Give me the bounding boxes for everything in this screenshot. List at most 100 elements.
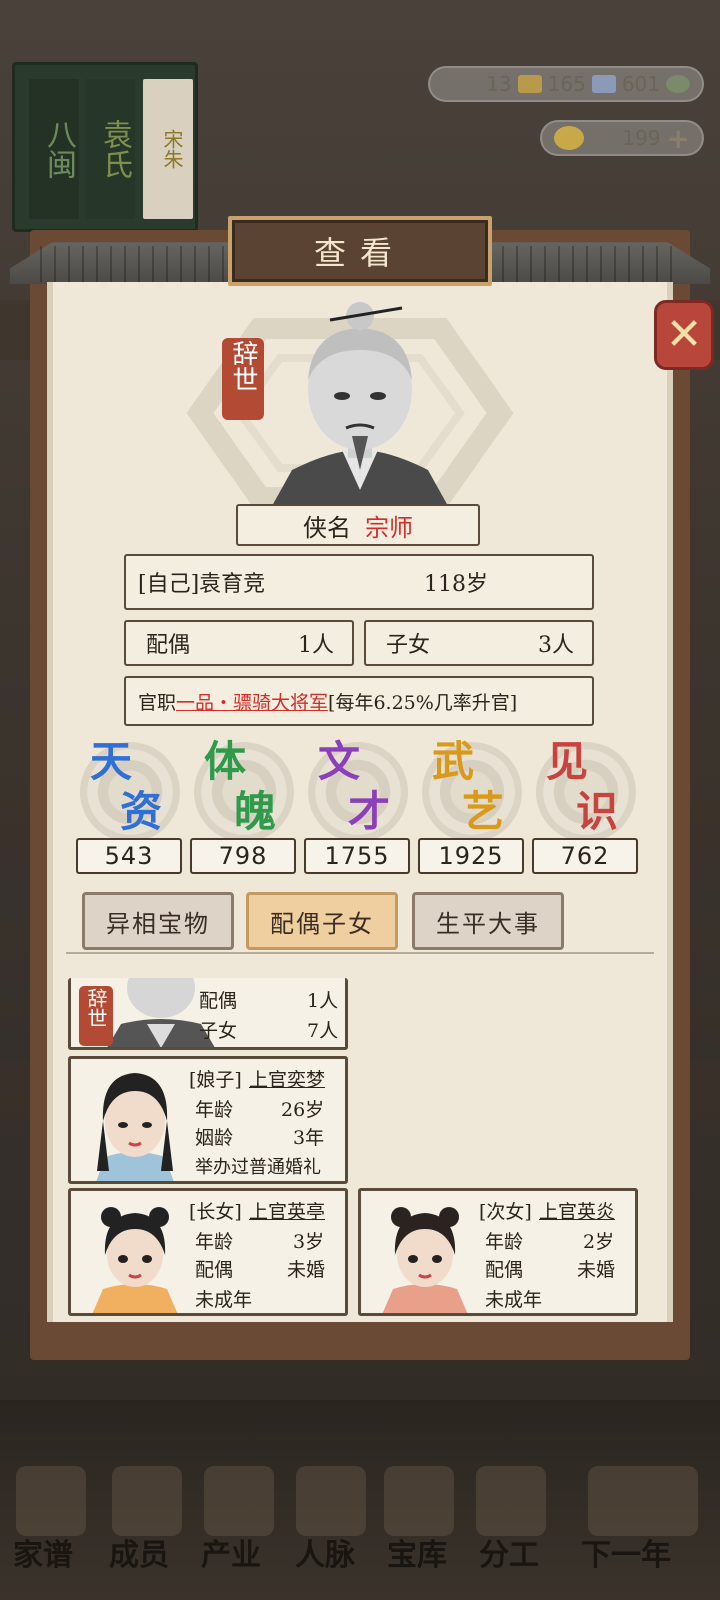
daughter2-role: [次女] [479,1201,532,1223]
wife-marriage: 3年 [293,1127,325,1149]
stat-name: 武艺 [418,740,518,846]
daughter2-spouse: 未婚 [577,1259,616,1281]
next-year-icon [588,1466,698,1536]
self-card-children-value: 7人 [307,1020,339,1042]
close-icon: ✕ [665,309,703,360]
resource-count: 165 [547,72,586,96]
deceased-badge-text: 辞世 [228,340,258,392]
deceased-badge-small-text: 辞世 [84,988,108,1028]
self-card[interactable]: 辞世 配偶 1人 子女 7人 [68,978,348,1050]
daughter2-name: 上官英炎 [539,1201,616,1223]
nav-members[interactable]: 成员 [96,1530,182,1574]
stat-name-char: 才 [348,787,391,836]
close-button[interactable]: ✕ [654,300,714,370]
daughter-portrait [382,1207,468,1313]
daughter2-age-label: 年龄 [485,1231,524,1253]
stat-name: 天资 [76,740,176,846]
bottom-nav: 家谱 成员 产业 人脉 宝库 分工 下一年 [0,1400,720,1600]
nav-industry[interactable]: 产业 [188,1530,274,1574]
self-card-spouse-value: 1人 [307,990,339,1012]
network-icon [296,1466,366,1536]
stat-name-char: 识 [576,787,619,836]
stat-name-char: 资 [120,787,163,836]
deceased-badge: 辞世 [222,338,264,420]
self-info-row: [自己] 袁育竞 118岁 [124,554,594,610]
children-label: 子女 [386,633,431,658]
daughter2-spouse-label: 配偶 [485,1259,524,1281]
daughter1-spouse-label: 配偶 [195,1259,234,1281]
character-portrait [272,302,448,506]
daughter2-note: 未成年 [485,1289,543,1311]
stat-name-char: 魄 [234,787,277,836]
stat-value: 762 [532,838,638,874]
stat-value: 798 [190,838,296,874]
official-row: 官职 一品・骠骑大将军 [每年6.25%几率升官] [124,676,594,726]
ticket-icon [517,75,542,93]
daughter2-age: 2岁 [583,1231,615,1253]
resource-count: 601 [621,72,660,96]
deceased-badge-small: 辞世 [79,986,113,1046]
book-title: 宋朱 [143,79,193,219]
tab-treasures[interactable]: 异相宝物 [82,892,234,950]
book-title: 袁氏 [85,79,135,219]
wife-marriage-label: 姻龄 [195,1127,234,1149]
genealogy-icon [16,1466,86,1536]
daughter-card[interactable]: [次女] 上官英炎 年龄 2岁 配偶 未婚 未成年 [358,1188,638,1316]
stat-name: 见识 [532,740,632,846]
wife-age: 26岁 [281,1099,325,1121]
official-label: 官职 [138,691,177,714]
section-divider [66,952,654,964]
spouse-count-row: 配偶 1人 [124,620,354,666]
tab-spouse-children[interactable]: 配偶子女 [246,892,398,950]
daughter1-note: 未成年 [195,1289,253,1311]
wife-name: 上官奕梦 [249,1069,326,1091]
gold-bar: 199 + [540,120,704,156]
title-field: 侠名 宗师 [236,504,480,546]
gold-ingot-icon [554,126,584,150]
assign-icon [476,1466,546,1536]
wife-portrait [96,1073,174,1181]
wife-role: [娘子] [189,1069,242,1091]
stat-value: 543 [76,838,182,874]
daughter-portrait [92,1207,178,1313]
official-value: 一品・骠骑大将军 [176,691,329,714]
self-age: 118岁 [424,572,488,597]
industry-icon [204,1466,274,1536]
nav-network[interactable]: 人脉 [282,1530,368,1574]
stat-value: 1925 [418,838,524,874]
tab-life-events[interactable]: 生平大事 [412,892,564,950]
nav-genealogy[interactable]: 家谱 [0,1530,86,1574]
nav-next-year[interactable]: 下一年 [566,1530,686,1574]
nav-assign[interactable]: 分工 [466,1530,552,1574]
stat-name-char: 天 [90,737,133,786]
spouse-label: 配偶 [146,633,191,658]
title-label: 侠名 [303,513,351,542]
coin-icon [666,75,690,93]
nav-treasury[interactable]: 宝库 [374,1530,460,1574]
wife-card[interactable]: [娘子] 上官奕梦 年龄 26岁 姻龄 3年 举办过普通婚礼 [68,1056,348,1184]
spouse-count: 1人 [298,633,334,658]
stat-name-char: 见 [546,737,589,786]
children-count-row: 子女 3人 [364,620,594,666]
stat-name-char: 体 [204,737,247,786]
self-card-spouse-label: 配偶 [199,990,238,1012]
dialog-title: 查看 [228,216,492,286]
add-icon[interactable]: + [667,122,690,155]
daughter1-name: 上官英亭 [249,1201,326,1223]
self-name: 袁育竞 [199,572,266,597]
resource-count: 13 [486,72,512,96]
stat-name: 文才 [304,740,404,846]
self-card-children-label: 子女 [199,1020,238,1042]
official-note: [每年6.25%几率升官] [328,691,518,714]
members-icon [112,1466,182,1536]
gold-count: 199 [622,126,661,150]
stat-name: 体魄 [190,740,290,846]
stat-value: 1755 [304,838,410,874]
wife-age-label: 年龄 [195,1099,234,1121]
daughter-card[interactable]: [长女] 上官英亭 年龄 3岁 配偶 未婚 未成年 [68,1188,348,1316]
self-prefix: [自己] [138,572,200,597]
title-value: 宗师 [365,513,413,542]
daughter1-role: [长女] [189,1201,242,1223]
genealogy-books[interactable]: 八闽 袁氏 宋朱 [12,62,198,232]
resource-bar: 13 165 601 [428,66,704,102]
